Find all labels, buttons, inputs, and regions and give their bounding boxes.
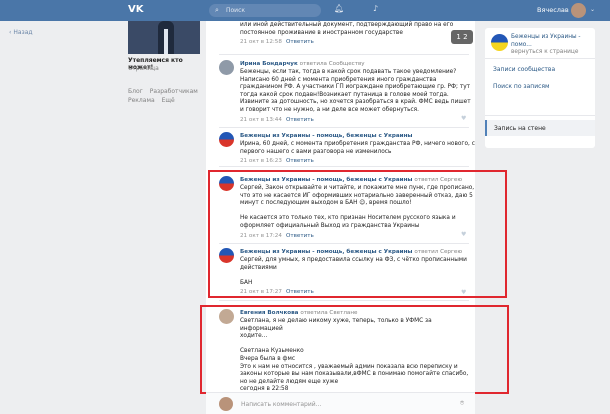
divider (485, 115, 595, 116)
reply-link[interactable]: Ответить (286, 158, 314, 164)
avatar[interactable] (219, 248, 234, 263)
footer-links: Блог Разработчикам Реклама Ещё (128, 87, 208, 105)
search-posts-link[interactable]: Поиск по записям (493, 83, 550, 90)
avatar[interactable] (219, 60, 234, 75)
avatar[interactable] (219, 309, 234, 324)
reply-link[interactable]: Ответить (286, 233, 314, 239)
group-title[interactable]: Беженцы из Украины - помо... (511, 34, 581, 48)
footer-link-more[interactable]: Ещё (162, 97, 175, 104)
attach-icon[interactable]: ⌾ (460, 399, 464, 408)
divider (219, 127, 469, 128)
comment-text: Сергей, для умных, я предоставила ссылку… (240, 257, 467, 286)
reply-link[interactable]: Ответить (286, 117, 314, 123)
comment-time[interactable]: 21 окт в 17:24 (240, 233, 282, 239)
footer-link-blog[interactable]: Блог (128, 88, 143, 95)
search-placeholder: Поиск (226, 7, 246, 14)
group-avatar (491, 34, 508, 51)
profile-subtitle: Страница (128, 65, 159, 72)
comment-author[interactable]: Евгения Волчкова (240, 310, 298, 316)
search-input[interactable]: ⌕ Поиск (209, 4, 321, 17)
reply-to[interactable]: ответила Сообществу (300, 61, 365, 67)
comment-text: Сергей, Закон открывайте и читайте, и по… (240, 185, 475, 229)
comment-time[interactable]: 21 окт в 12:58 (240, 39, 282, 45)
avatar[interactable] (219, 132, 234, 147)
comment-input[interactable]: Написать комментарий... (241, 401, 321, 408)
comment-author[interactable]: Ирина Бондарчук (240, 61, 298, 67)
right-panel: Беженцы из Украины - помо... вернуться к… (485, 28, 595, 148)
comment-author[interactable]: Беженцы из Украины - помощь, беженцы с У… (240, 249, 413, 255)
wall-post-tab[interactable]: Запись на стене (485, 120, 595, 136)
like-icon[interactable]: ♥ (461, 289, 466, 296)
divider (219, 54, 469, 55)
divider (219, 243, 469, 244)
comment-author[interactable]: Беженцы из Украины - помощь, беженцы с У… (240, 133, 413, 139)
music-icon[interactable]: ♪ (373, 4, 378, 13)
comment-input-bar: Написать комментарий... ⌾ (206, 392, 475, 414)
user-avatar (219, 397, 233, 411)
comment-time[interactable]: 21 окт в 16:23 (240, 158, 282, 164)
divider (219, 300, 469, 301)
comment-text: Ирина, 60 дней, с момента приобретения г… (240, 141, 475, 155)
search-icon: ⌕ (215, 6, 219, 14)
comment-text: Беженцы, если так, тогда в какой срок по… (240, 69, 471, 113)
reply-to[interactable]: ответила Светлане (300, 310, 357, 316)
reply-link[interactable]: Ответить (286, 289, 314, 295)
chevron-down-icon[interactable]: ⌄ (590, 6, 595, 13)
community-posts-link[interactable]: Записи сообщества (493, 66, 555, 73)
back-to-page-link[interactable]: вернуться к странице (511, 49, 578, 55)
divider (219, 166, 469, 167)
like-icon[interactable]: ♥ (461, 115, 466, 122)
back-link[interactable]: ‹ Назад (9, 29, 33, 36)
footer-link-developers[interactable]: Разработчикам (150, 88, 198, 95)
user-name[interactable]: Вячеслав (537, 6, 569, 14)
comment-time[interactable]: 21 окт в 13:44 (240, 117, 282, 123)
divider (485, 58, 595, 59)
footer-link-ads[interactable]: Реклама (128, 97, 155, 104)
comment-text: Светлана, я не делаю никому хуже, теперь… (240, 318, 469, 393)
reply-to[interactable]: ответил Сергею (414, 249, 462, 255)
top-navigation-bar: VK ⌕ Поиск 🔔︎ ♪ Вячеслав ⌄ (0, 0, 610, 21)
bell-icon[interactable]: 🔔︎ (334, 4, 344, 13)
avatar[interactable] (219, 176, 234, 191)
group-header[interactable]: Беженцы из Украины - помо... вернуться к… (485, 28, 595, 58)
comment-time[interactable]: 21 окт в 17:27 (240, 289, 282, 295)
like-icon[interactable]: ♥ (461, 231, 466, 238)
vk-logo[interactable]: VK (128, 4, 144, 16)
comment-text: или иной действительный документ, подтве… (240, 22, 454, 36)
reply-to[interactable]: ответил Сергею (414, 177, 462, 183)
reply-link[interactable]: Ответить (286, 39, 314, 45)
profile-photo[interactable] (128, 21, 200, 54)
comment-author[interactable]: Беженцы из Украины - помощь, беженцы с У… (240, 177, 413, 183)
user-avatar[interactable] (571, 3, 586, 18)
